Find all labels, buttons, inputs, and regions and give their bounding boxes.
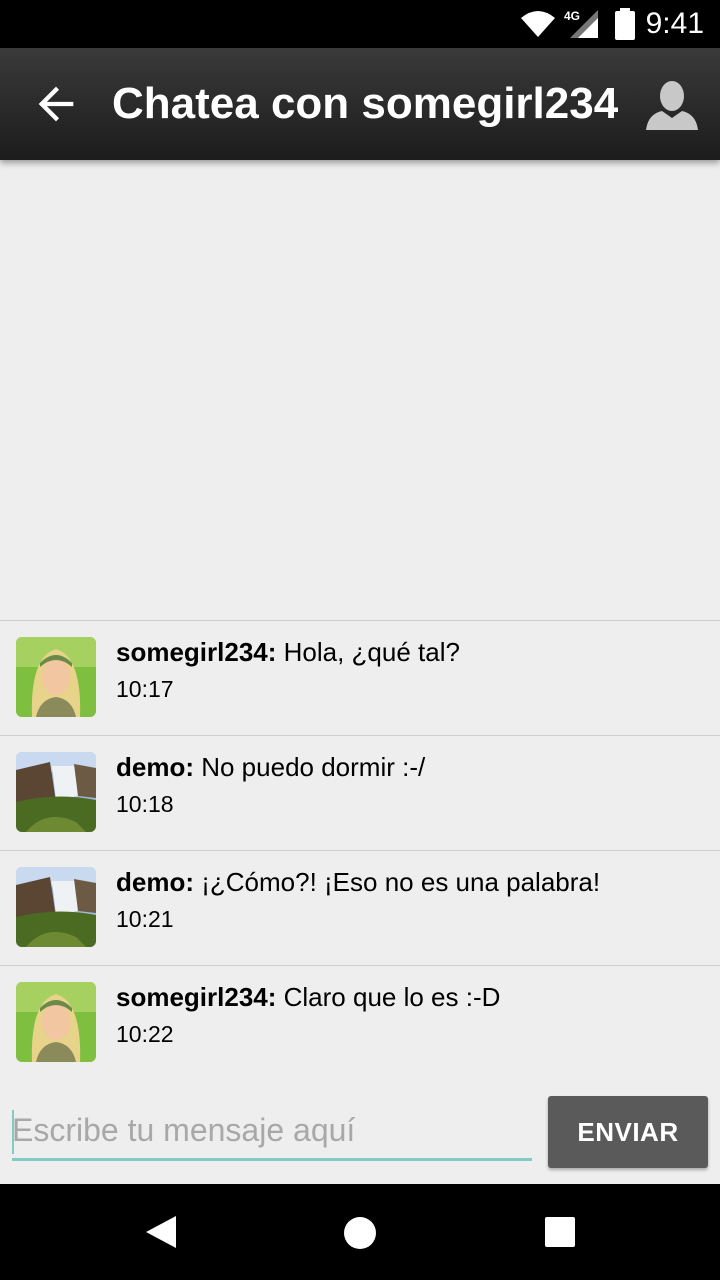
text-cursor	[12, 1110, 14, 1154]
message-item: demo: No puedo dormir :-/ 10:18	[0, 736, 720, 851]
message-item: somegirl234: Claro que lo es :-D 10:22	[0, 966, 720, 1081]
system-navigation-bar	[0, 1184, 720, 1280]
waterfall-avatar-image	[16, 752, 96, 832]
message-line: somegirl234: Claro que lo es :-D	[116, 980, 500, 1014]
message-text: No puedo dormir :-/	[194, 752, 426, 782]
woman-avatar-image	[16, 982, 96, 1062]
sender-name: somegirl234:	[116, 637, 277, 667]
page-title: Chatea con somegirl234	[112, 79, 619, 128]
message-text: Hola, ¿qué tal?	[276, 637, 460, 667]
sender-name: demo:	[116, 752, 194, 782]
message-item: somegirl234: Hola, ¿qué tal? 10:17	[0, 621, 720, 736]
message-input[interactable]	[12, 1102, 532, 1161]
sender-name: somegirl234:	[116, 982, 277, 1012]
message-time: 10:17	[116, 676, 174, 702]
message-time: 10:22	[116, 1021, 174, 1047]
sender-name: demo:	[116, 867, 194, 897]
send-button[interactable]: ENVIAR	[548, 1096, 708, 1168]
battery-icon	[615, 8, 635, 40]
avatar	[16, 982, 96, 1062]
profile-button[interactable]	[644, 78, 700, 134]
app-bar: Chatea con somegirl234	[0, 48, 720, 160]
woman-avatar-image	[16, 637, 96, 717]
avatar	[16, 752, 96, 832]
message-list[interactable]: somegirl234: Hola, ¿qué tal? 10:17 demo:…	[0, 620, 720, 1081]
message-text: ¡¿Cómo?! ¡Eso no es una palabra!	[194, 867, 601, 897]
cellular-signal-icon: 4G	[564, 9, 598, 38]
message-item: demo: ¡¿Cómo?! ¡Eso no es una palabra! 1…	[0, 851, 720, 966]
network-type-label: 4G	[564, 9, 580, 23]
avatar	[16, 637, 96, 717]
message-composer: ENVIAR	[0, 1080, 720, 1184]
nav-recents-icon[interactable]	[544, 1216, 576, 1248]
message-time: 10:21	[116, 906, 174, 932]
arrow-back-icon	[38, 86, 74, 122]
message-line: demo: ¡¿Cómo?! ¡Eso no es una palabra!	[116, 865, 600, 899]
status-bar: 4G 9:41	[0, 0, 720, 48]
clock: 9:41	[645, 7, 704, 40]
waterfall-avatar-image	[16, 867, 96, 947]
message-line: demo: No puedo dormir :-/	[116, 750, 425, 784]
nav-back-icon[interactable]	[144, 1214, 178, 1250]
back-button[interactable]	[30, 78, 82, 130]
message-text: Claro que lo es :-D	[276, 982, 501, 1012]
wifi-icon	[521, 11, 555, 37]
nav-home-icon[interactable]	[342, 1215, 378, 1251]
message-line: somegirl234: Hola, ¿qué tal?	[116, 635, 460, 669]
message-time: 10:18	[116, 791, 174, 817]
person-icon	[646, 81, 698, 130]
avatar	[16, 867, 96, 947]
